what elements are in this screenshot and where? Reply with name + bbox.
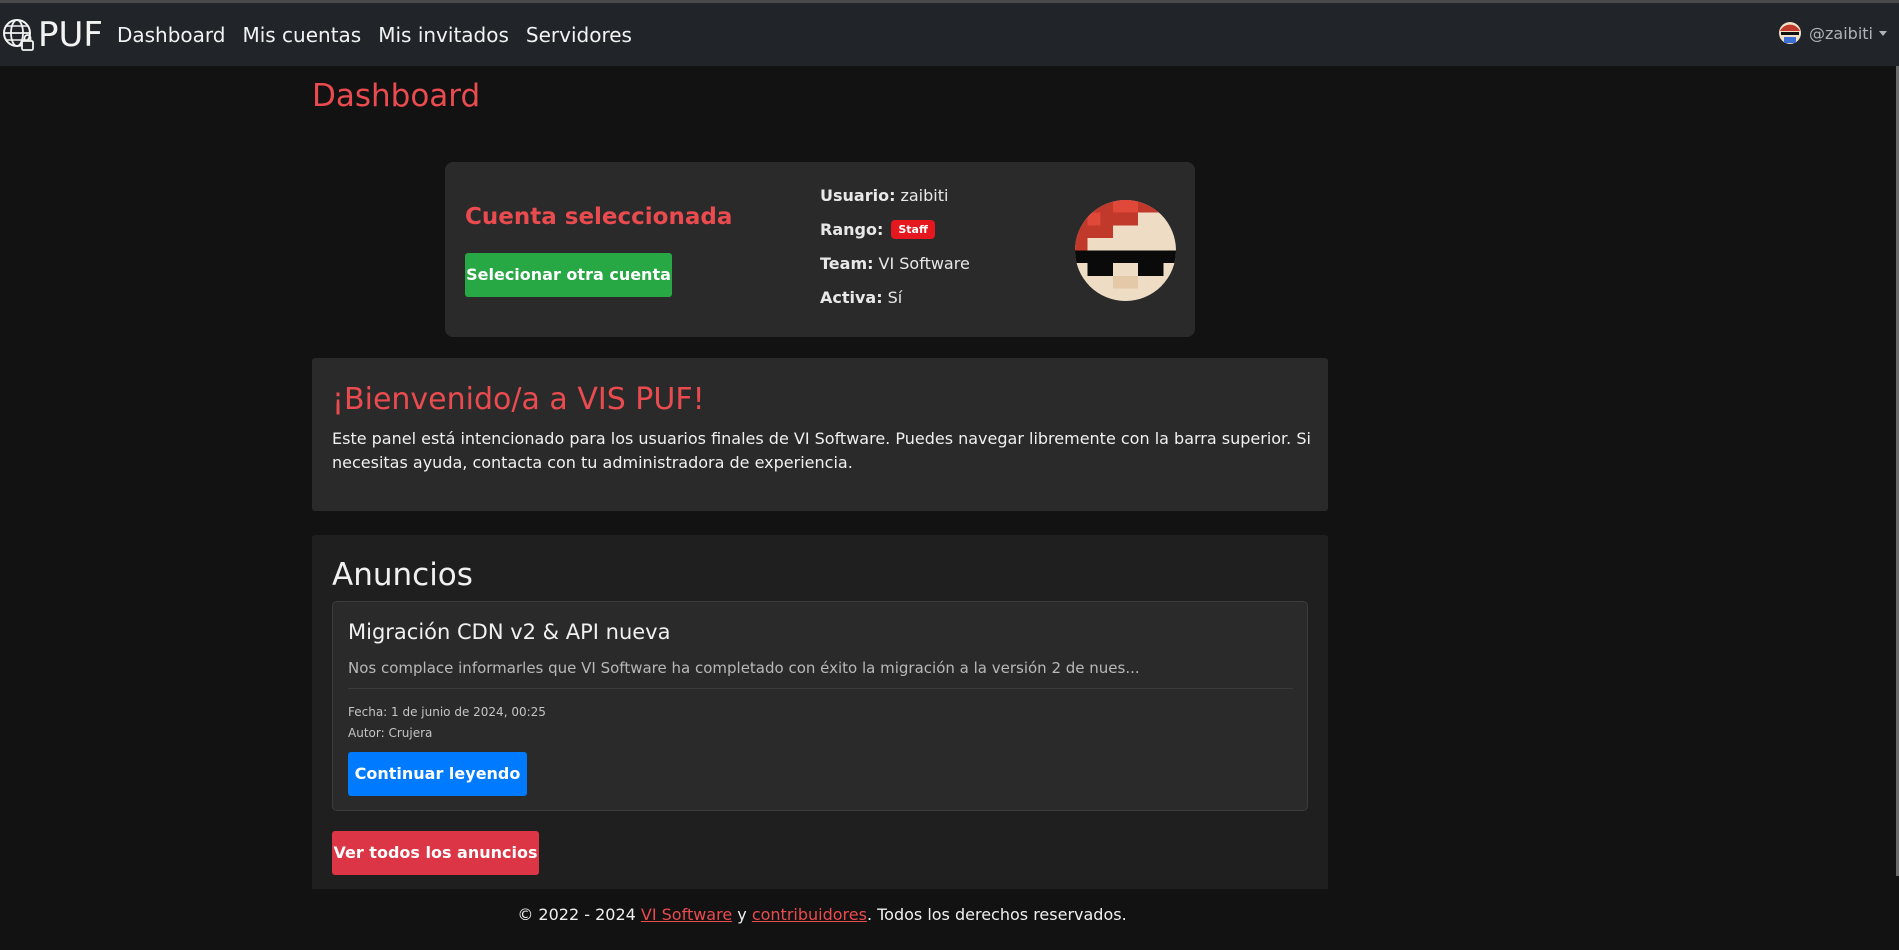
user-label: Usuario:	[820, 186, 896, 205]
nav-links: Dashboard Mis cuentas Mis invitados Serv…	[117, 23, 649, 47]
user-menu[interactable]: @zaibiti	[1778, 21, 1887, 45]
team-row: Team: VI Software	[820, 254, 970, 288]
view-all-announcements-button[interactable]: Ver todos los anuncios	[332, 831, 539, 875]
user-row: Usuario: zaibiti	[820, 186, 970, 220]
top-navbar: PUF Dashboard Mis cuentas Mis invitados …	[0, 0, 1899, 66]
nav-servidores[interactable]: Servidores	[526, 23, 632, 47]
rank-badge: Staff	[891, 220, 935, 239]
announcements-title: Anuncios	[332, 557, 473, 593]
rank-label: Rango:	[820, 220, 884, 239]
footer-link-vi-software[interactable]: VI Software	[641, 905, 732, 924]
announcements-panel: Anuncios Migración CDN v2 & API nueva No…	[312, 535, 1328, 889]
brand-name: PUF	[38, 14, 103, 55]
user-value: zaibiti	[900, 186, 949, 205]
active-value: Sí	[887, 288, 903, 307]
announcement-title: Migración CDN v2 & API nueva	[348, 620, 671, 644]
page-title: Dashboard	[312, 78, 481, 114]
welcome-text: Este panel está intencionado para los us…	[332, 429, 1311, 472]
team-value: VI Software	[878, 254, 970, 273]
welcome-panel: ¡Bienvenido/a a VIS PUF! Este panel está…	[312, 358, 1328, 511]
nav-dashboard[interactable]: Dashboard	[117, 23, 226, 47]
nav-mis-cuentas[interactable]: Mis cuentas	[242, 23, 361, 47]
username: @zaibiti	[1809, 23, 1873, 43]
footer-link-contributors[interactable]: contribuidores	[752, 905, 867, 924]
account-heading: Cuenta seleccionada	[465, 204, 733, 230]
welcome-title: ¡Bienvenido/a a VIS PUF!	[332, 382, 705, 417]
brand[interactable]: PUF	[2, 15, 103, 55]
globe-lock-icon	[3, 18, 34, 51]
announcement-card: Migración CDN v2 & API nueva Nos complac…	[332, 601, 1308, 811]
nav-mis-invitados[interactable]: Mis invitados	[378, 23, 509, 47]
active-label: Activa:	[820, 288, 883, 307]
account-info: Usuario: zaibiti Rango: Staff Team: VI S…	[820, 186, 970, 322]
announcement-excerpt: Nos complace informarles que VI Software…	[348, 659, 1140, 677]
active-row: Activa: Sí	[820, 288, 970, 322]
footer-middle: y	[732, 905, 752, 924]
chevron-down-icon	[1879, 30, 1887, 36]
user-avatar-icon	[1779, 22, 1802, 44]
team-label: Team:	[820, 254, 874, 273]
footer-prefix: © 2022 - 2024	[517, 905, 641, 924]
rank-row: Rango: Staff	[820, 220, 970, 254]
divider	[348, 688, 1293, 689]
announcement-author: Autor: Crujera	[348, 726, 433, 740]
account-avatar	[1075, 200, 1176, 301]
select-account-button[interactable]: Selecionar otra cuenta	[465, 253, 672, 297]
announcement-date: Fecha: 1 de junio de 2024, 00:25	[348, 705, 546, 719]
selected-account-card: Cuenta seleccionada Selecionar otra cuen…	[445, 162, 1195, 337]
continue-reading-button[interactable]: Continuar leyendo	[348, 752, 527, 796]
footer: © 2022 - 2024 VI Software y contribuidor…	[0, 905, 1644, 924]
footer-suffix: . Todos los derechos reservados.	[866, 905, 1127, 924]
